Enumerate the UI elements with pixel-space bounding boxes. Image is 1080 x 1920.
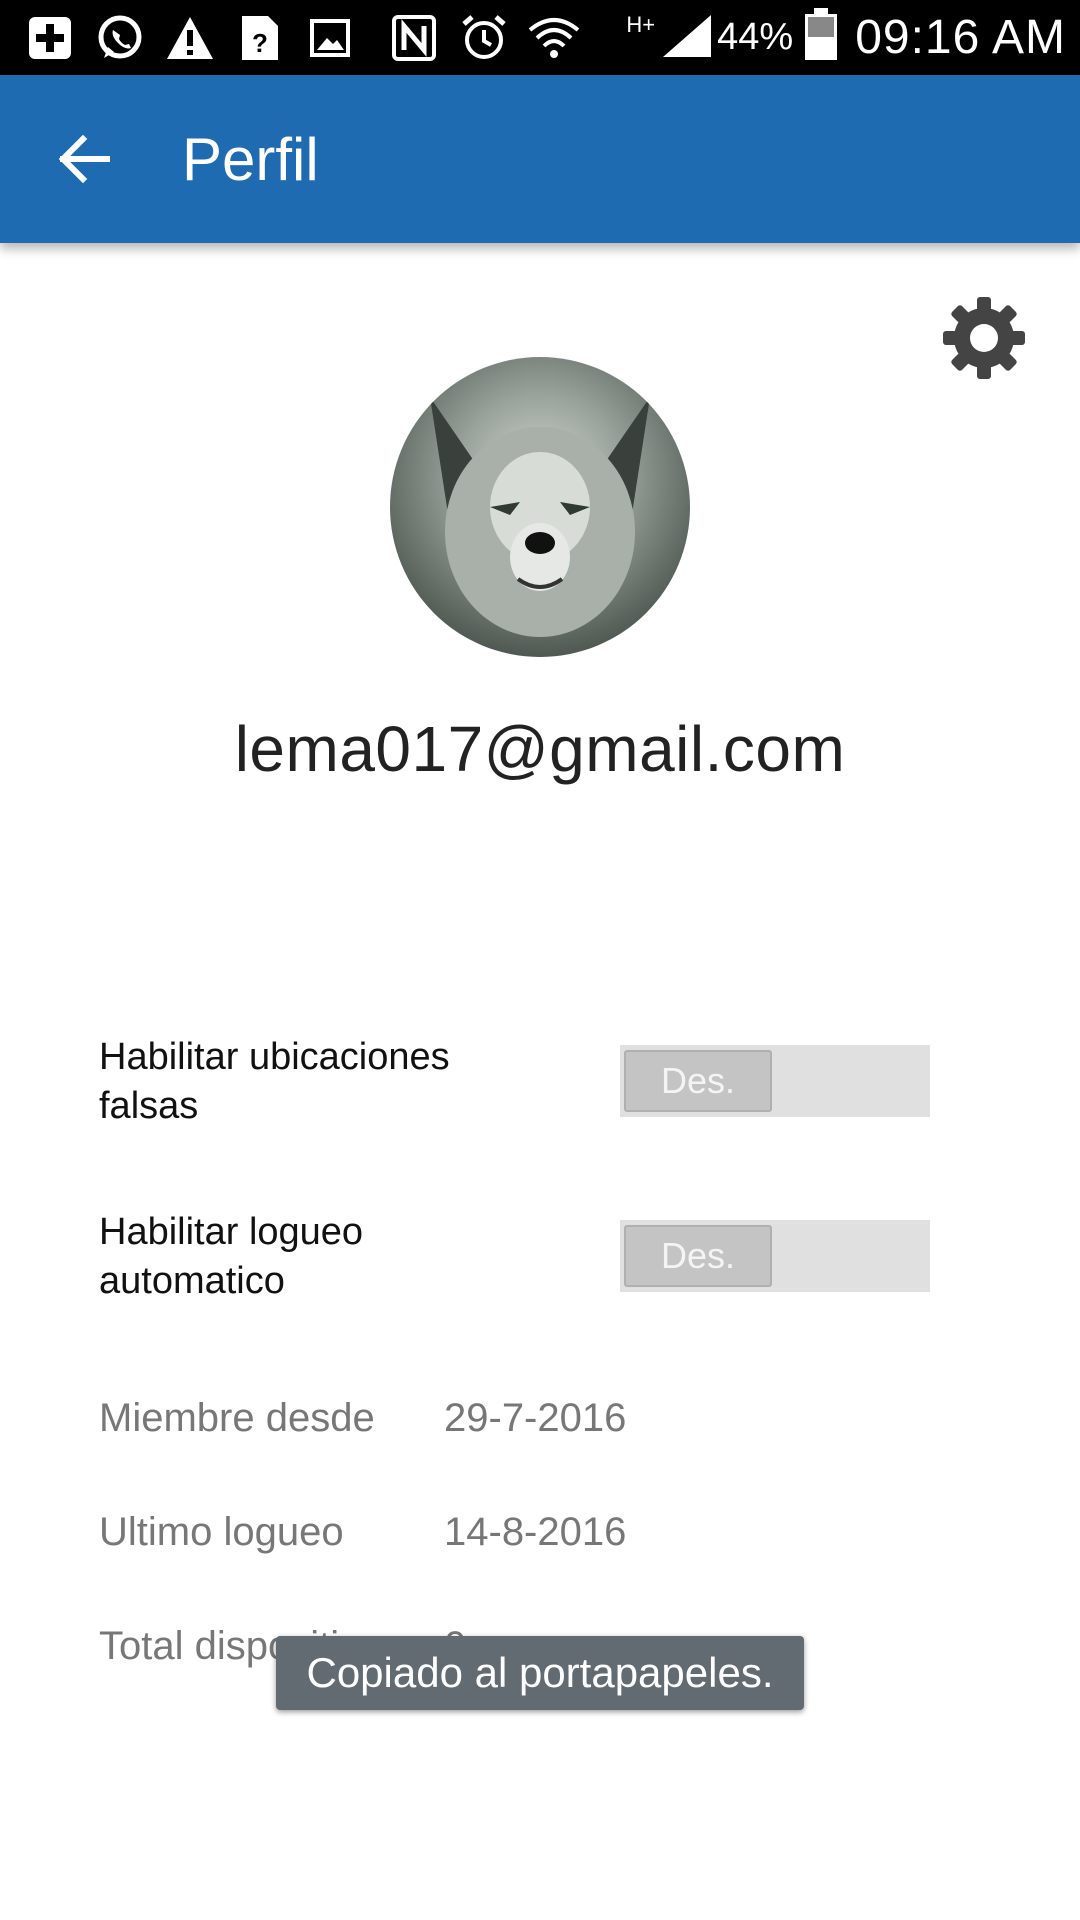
battery-percent: 44% (717, 16, 794, 58)
auto-login-toggle[interactable]: Des. (620, 1220, 930, 1292)
page-title: Perfil (182, 126, 319, 193)
auto-login-label: Habilitar logueo automatico (99, 1211, 364, 1302)
toast-message: Copiado al portapapeles. (276, 1636, 804, 1710)
status-right: H+ 44% 09:16 AM (626, 0, 1066, 75)
back-button[interactable] (48, 123, 120, 195)
member-since-label: Miembre desde (99, 1396, 375, 1440)
toggle-knob: Des. (624, 1225, 772, 1287)
signal-icon (661, 11, 713, 64)
profile-email[interactable]: lema017@gmail.com (0, 712, 1080, 786)
fake-locations-label: Habilitar ubicaciones falsas (99, 1036, 450, 1127)
status-bar: ? H+ 44% 09:16 AM (0, 0, 1080, 75)
avatar[interactable] (390, 357, 690, 657)
unknown-file-icon: ? (232, 12, 288, 64)
member-since-value: 29-7-2016 (444, 1396, 627, 1440)
toggle-knob: Des. (624, 1050, 772, 1112)
fake-locations-toggle[interactable]: Des. (620, 1045, 930, 1117)
gear-icon (943, 297, 1025, 379)
nfc-icon (386, 12, 442, 64)
svg-text:?: ? (252, 28, 268, 58)
settings-button[interactable] (936, 290, 1032, 386)
arrow-back-icon (58, 135, 110, 183)
warning-icon (162, 12, 218, 64)
add-notification-icon (22, 12, 78, 64)
clock: 09:16 AM (855, 11, 1066, 64)
last-login-value: 14-8-2016 (444, 1510, 627, 1554)
image-icon (302, 12, 358, 64)
app-bar: Perfil (0, 75, 1080, 243)
alarm-icon (456, 12, 512, 64)
whatsapp-icon (92, 12, 148, 64)
network-type-label: H+ (626, 12, 656, 37)
last-login-label: Ultimo logueo (99, 1510, 344, 1554)
wolf-avatar-image (430, 397, 650, 637)
wifi-icon (526, 12, 582, 64)
notification-icons: ? (22, 11, 596, 65)
battery-icon (803, 8, 839, 67)
